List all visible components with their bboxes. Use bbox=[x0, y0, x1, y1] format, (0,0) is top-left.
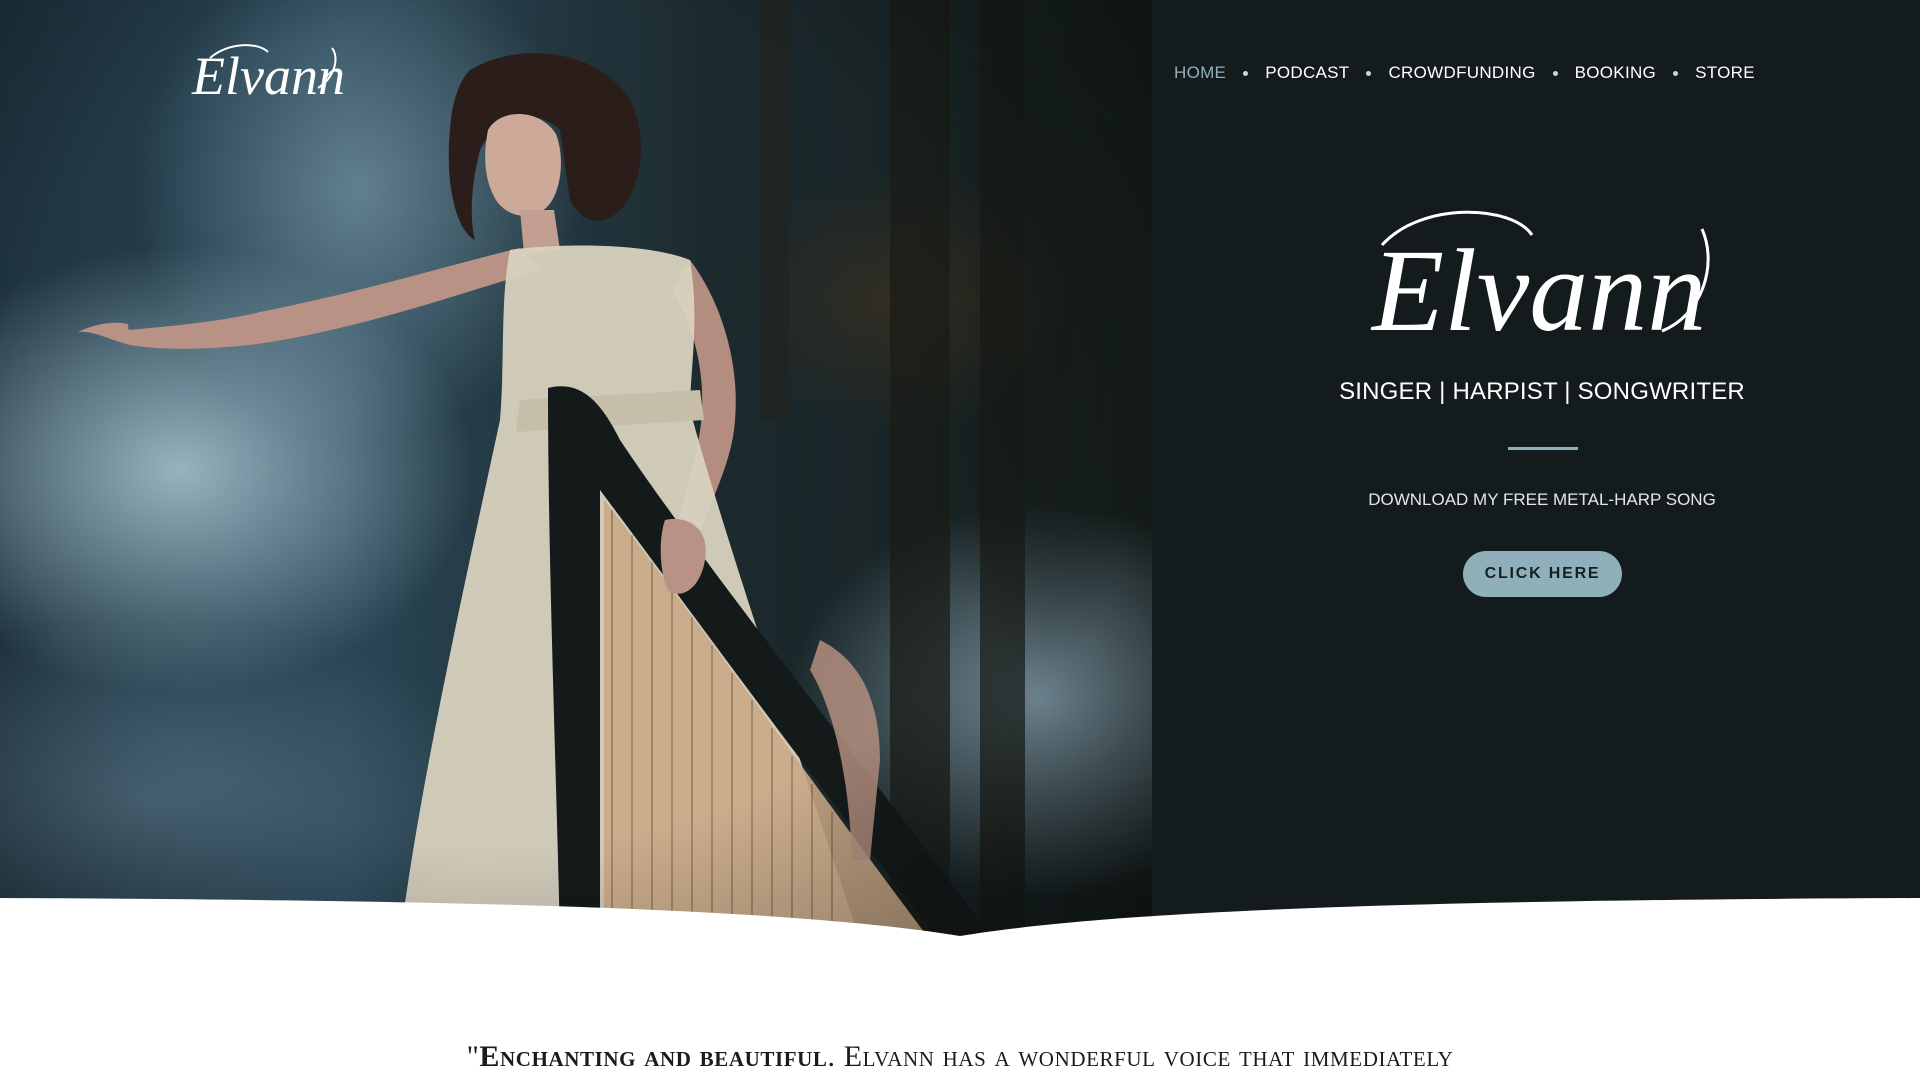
wave-divider bbox=[0, 898, 1920, 970]
site-logo[interactable]: Elvann bbox=[188, 38, 348, 108]
hero-divider bbox=[1508, 447, 1578, 450]
nav-separator-dot bbox=[1243, 70, 1249, 76]
quote-open-mark: " bbox=[466, 1040, 480, 1073]
quote-emphasis: Enchanting and beautiful bbox=[479, 1040, 828, 1073]
hero-dark-panel bbox=[1152, 0, 1920, 940]
svg-text:Elvann: Elvann bbox=[1370, 225, 1706, 355]
nav-podcast[interactable]: PODCAST bbox=[1265, 63, 1349, 83]
quote-rest: . Elvann has a wonderful voice that imme… bbox=[827, 1040, 1454, 1073]
press-quote: "Enchanting and beautiful. Elvann has a … bbox=[0, 1040, 1920, 1074]
nav-booking[interactable]: BOOKING bbox=[1575, 63, 1656, 83]
nav-home[interactable]: HOME bbox=[1174, 63, 1226, 83]
hero-tagline: SINGER | HARPIST | SONGWRITER bbox=[1339, 378, 1745, 405]
nav-store[interactable]: STORE bbox=[1695, 63, 1755, 83]
click-here-button[interactable]: CLICK HERE bbox=[1463, 551, 1622, 597]
nav-separator-dot bbox=[1673, 70, 1679, 76]
page: Elvann HOME PODCAST CROWDFUNDING BOOKING… bbox=[0, 0, 1920, 1080]
main-nav: HOME PODCAST CROWDFUNDING BOOKING STORE bbox=[1174, 58, 1755, 88]
hero-logo: Elvann bbox=[1370, 210, 1710, 355]
hero-photo bbox=[0, 0, 1152, 940]
nav-crowdfunding[interactable]: CROWDFUNDING bbox=[1388, 63, 1535, 83]
hero-section: Elvann HOME PODCAST CROWDFUNDING BOOKING… bbox=[0, 0, 1920, 940]
harpist-figure-image bbox=[0, 0, 1152, 940]
nav-separator-dot bbox=[1552, 70, 1558, 76]
download-prompt: DOWNLOAD MY FREE METAL-HARP SONG bbox=[1368, 490, 1716, 509]
nav-separator-dot bbox=[1366, 70, 1372, 76]
